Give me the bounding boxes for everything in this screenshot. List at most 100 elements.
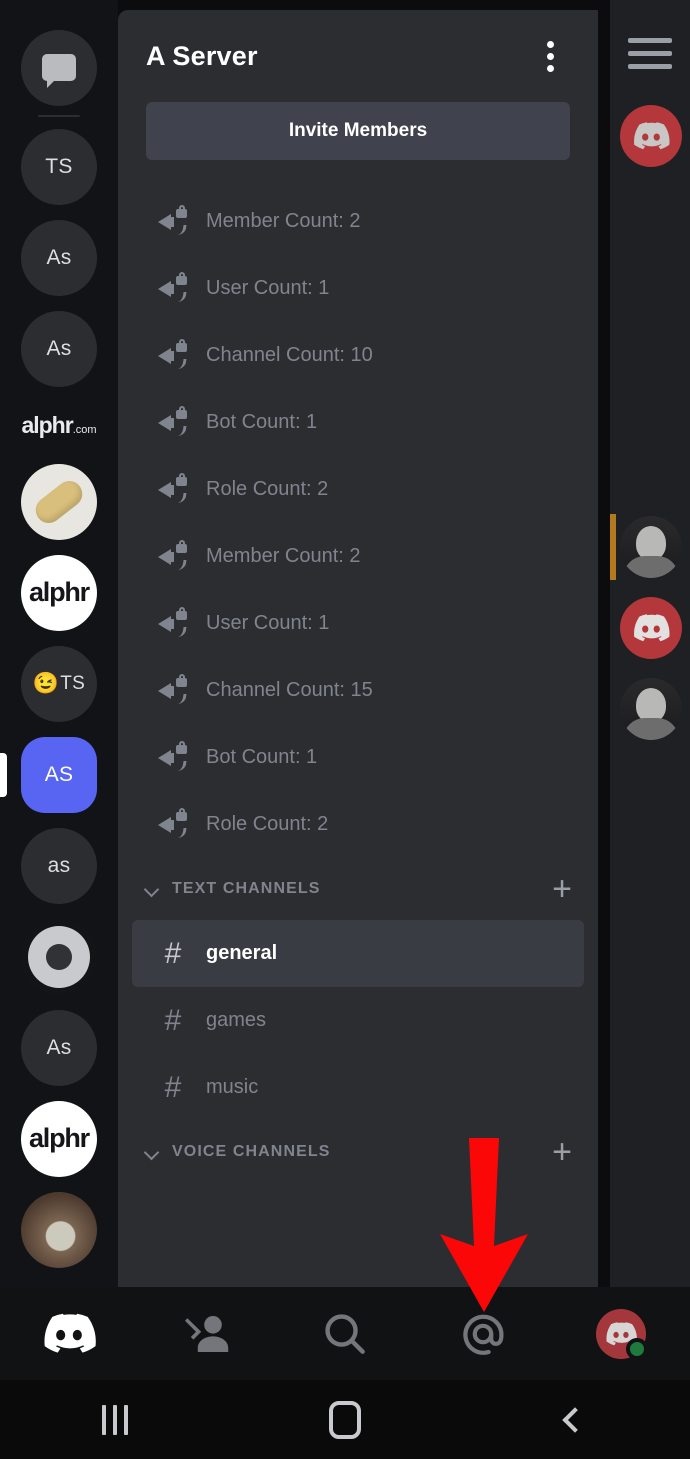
tab-friends[interactable] — [138, 1312, 276, 1356]
hash-icon: # — [164, 936, 182, 970]
invite-members-label: Invite Members — [288, 120, 428, 141]
server-rail[interactable]: TS As As alphr.com alphr 😉 TS AS as As a… — [0, 0, 118, 1287]
watermark-text: alphr — [21, 411, 73, 438]
server-item-as-3[interactable]: As — [0, 1002, 118, 1093]
chevron-down-icon — [144, 881, 160, 897]
discord-avatar — [620, 104, 682, 167]
server-initials: TS — [60, 672, 86, 694]
tab-search[interactable] — [276, 1311, 414, 1357]
server-item-bread[interactable] — [0, 456, 118, 547]
server-item-ring[interactable] — [0, 911, 118, 1002]
server-avatar-active[interactable]: AS — [21, 736, 97, 813]
person-avatar — [620, 677, 682, 740]
server-item-as-1[interactable]: As — [0, 212, 118, 303]
voice-channel-row[interactable]: Channel Count: 15 — [132, 657, 584, 724]
rail-divider — [38, 115, 80, 117]
server-item-ts[interactable]: TS — [0, 121, 118, 212]
channel-name: User Count: 1 — [206, 612, 330, 634]
voice-channel-row[interactable]: Role Count: 2 — [132, 791, 584, 858]
bottom-tab-bar — [0, 1287, 690, 1380]
member-item[interactable] — [610, 587, 690, 668]
voice-channel-row[interactable]: Channel Count: 10 — [132, 322, 584, 389]
server-avatar[interactable]: 😉 TS — [21, 645, 97, 722]
hamburger-menu-icon[interactable] — [628, 38, 672, 69]
server-item-as-2[interactable]: As — [0, 303, 118, 394]
sidebar-item-direct-messages[interactable] — [0, 22, 118, 113]
server-item-alphr-2[interactable]: alphr — [0, 1093, 118, 1184]
tab-profile[interactable] — [552, 1308, 690, 1360]
locked-voice-channel-icon — [158, 807, 188, 838]
mention-at-icon — [463, 1314, 504, 1355]
voice-channel-row[interactable]: User Count: 1 — [132, 590, 584, 657]
channel-name: User Count: 1 — [206, 277, 330, 299]
watermark-suffix: .com — [72, 423, 97, 436]
server-logo-text: alphr — [28, 577, 90, 607]
tab-home[interactable] — [0, 1313, 138, 1354]
text-channel-music[interactable]: # music — [132, 1054, 584, 1121]
server-avatar[interactable]: as — [21, 827, 97, 904]
voice-channel-row[interactable]: Bot Count: 1 — [132, 724, 584, 791]
add-text-channel-button[interactable]: + — [552, 871, 572, 906]
voice-channel-row[interactable]: User Count: 1 — [132, 255, 584, 322]
server-avatar[interactable]: As — [21, 219, 97, 296]
server-avatar[interactable] — [21, 1191, 97, 1268]
member-item[interactable] — [610, 506, 690, 587]
channel-name: Channel Count: 10 — [206, 344, 373, 366]
server-avatar[interactable]: As — [21, 1009, 97, 1086]
channel-panel: A Server Invite Members Member Count: 2 … — [118, 10, 598, 1287]
server-avatar[interactable]: alphr — [21, 554, 97, 631]
voice-channel-row[interactable]: Member Count: 2 — [132, 188, 584, 255]
server-avatar[interactable]: alphr — [21, 1100, 97, 1177]
member-item[interactable] — [610, 668, 690, 749]
tab-mentions[interactable] — [414, 1310, 552, 1358]
server-item-as-lower[interactable]: as — [0, 820, 118, 911]
hash-icon: # — [164, 1003, 182, 1037]
back-button[interactable] — [460, 1406, 690, 1433]
home-button[interactable] — [230, 1400, 460, 1439]
category-label: TEXT CHANNELS — [172, 880, 321, 897]
discord-logo-icon — [634, 121, 670, 149]
server-avatar[interactable] — [21, 918, 97, 995]
channel-name: games — [206, 1009, 267, 1031]
voice-channel-row[interactable]: Bot Count: 1 — [132, 389, 584, 456]
server-item-emoji-ts[interactable]: 😉 TS — [0, 638, 118, 729]
channel-name: Role Count: 2 — [206, 478, 329, 500]
server-avatar[interactable]: TS — [21, 128, 97, 205]
voice-channel-row[interactable]: Member Count: 2 — [132, 523, 584, 590]
text-channel-general[interactable]: # general — [132, 920, 584, 987]
server-item-as-active[interactable]: AS — [0, 729, 118, 820]
server-item-alphr-1[interactable]: alphr — [0, 547, 118, 638]
category-voice-channels[interactable]: VOICE CHANNELS + — [118, 1121, 598, 1183]
page-title: A Server — [146, 40, 258, 71]
status-badge — [626, 1337, 648, 1360]
locked-voice-channel-icon — [158, 539, 188, 570]
voice-channel-row[interactable]: Role Count: 2 — [132, 456, 584, 523]
person-avatar — [620, 515, 682, 578]
invite-members-button[interactable]: Invite Members — [146, 102, 570, 160]
category-text-channels[interactable]: TEXT CHANNELS + — [118, 858, 598, 920]
server-item-animal[interactable] — [0, 1184, 118, 1275]
locked-voice-channel-icon — [158, 472, 188, 503]
member-item[interactable] — [610, 95, 690, 176]
server-avatar[interactable] — [21, 463, 97, 540]
friends-icon — [185, 1315, 229, 1352]
animal-photo-icon — [21, 1191, 97, 1268]
channel-list: Member Count: 2 User Count: 1 Channel Co… — [118, 188, 598, 1183]
direct-messages-button[interactable] — [21, 29, 97, 106]
home-icon — [329, 1400, 361, 1439]
server-avatar[interactable]: As — [21, 310, 97, 387]
server-initials: As — [46, 1035, 72, 1059]
avatar[interactable] — [596, 1308, 648, 1360]
text-channel-games[interactable]: # games — [132, 987, 584, 1054]
channel-name: Member Count: 2 — [206, 210, 361, 232]
add-voice-channel-button[interactable]: + — [552, 1134, 572, 1169]
overflow-menu-icon[interactable] — [530, 36, 570, 76]
server-initials: as — [47, 853, 71, 877]
members-peek-panel[interactable] — [610, 0, 690, 1287]
panel-header: A Server — [118, 10, 598, 102]
search-icon — [325, 1313, 365, 1354]
channel-name: Role Count: 2 — [206, 813, 329, 835]
alphr-watermark: alphr.com — [0, 394, 118, 456]
direct-messages-icon — [42, 54, 76, 88]
recents-button[interactable] — [0, 1404, 230, 1435]
